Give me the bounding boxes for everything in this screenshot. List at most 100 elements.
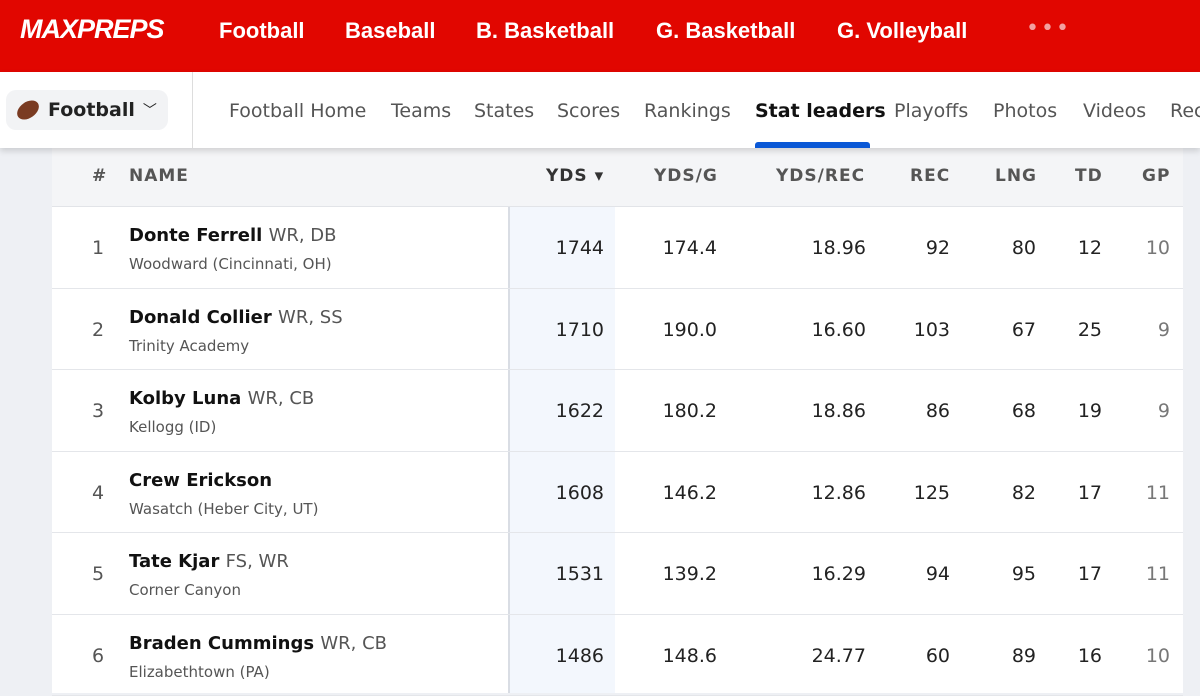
stat-leaders-table: # NAME YDS ▾ YDS/G YDS/REC REC LNG TD GP… [52, 148, 1183, 693]
table-row: 5 Tate Kjar FS, WR Corner Canyon 1531 139.2 1… [52, 533, 1183, 615]
divider [192, 72, 193, 148]
top-nav-baseball[interactable]: Baseball [345, 18, 436, 44]
col-yds-per-rec[interactable]: YDS/REC [776, 166, 865, 186]
chevron-down-icon: ﹀ [143, 100, 157, 120]
td: 19 [1078, 400, 1102, 422]
tab-scores[interactable]: Scores [557, 100, 620, 122]
player-position: WR, DB [269, 225, 337, 246]
table-header: # NAME YDS ▾ YDS/G YDS/REC REC LNG TD GP [52, 148, 1183, 207]
rec: 92 [926, 237, 950, 259]
rank: 5 [92, 563, 104, 585]
rank: 6 [92, 645, 104, 667]
player-name[interactable]: Kolby Luna [129, 388, 241, 409]
player-name[interactable]: Tate Kjar [129, 551, 219, 572]
yds-per-rec: 16.60 [812, 319, 866, 341]
tab-videos[interactable]: Videos [1083, 100, 1146, 122]
tab-stat-leaders[interactable]: Stat leaders [755, 100, 886, 122]
yds: 1622 [556, 400, 604, 422]
gp: 9 [1158, 319, 1170, 341]
td: 12 [1078, 237, 1102, 259]
col-rec[interactable]: REC [910, 166, 950, 186]
col-yds-per-game[interactable]: YDS/G [654, 166, 718, 186]
rec: 94 [926, 563, 950, 585]
col-name[interactable]: NAME [129, 166, 189, 186]
school-name[interactable]: Woodward (Cincinnati, OH) [129, 255, 332, 273]
player-name[interactable]: Donte Ferrell [129, 225, 262, 246]
table-row: 6 Braden Cummings WR, CB Elizabethtown (PA… [52, 615, 1183, 696]
sub-nav: Football ﹀ Football Home Teams States Sc… [0, 72, 1200, 148]
top-nav-girls-volleyball[interactable]: G. Volleyball [837, 18, 967, 44]
rec: 86 [926, 400, 950, 422]
gp: 11 [1146, 482, 1170, 504]
player-name[interactable]: Braden Cummings [129, 633, 314, 654]
table-row: 3Kolby Luna WR, CBKellogg (ID)1622180.21… [52, 370, 1183, 452]
yds-per-rec: 16.29 [812, 563, 866, 585]
yds: 1710 [556, 319, 604, 341]
tab-states[interactable]: States [474, 100, 534, 122]
yds-per-rec: 18.96 [812, 237, 866, 259]
school-name[interactable]: Kellogg (ID) [129, 418, 216, 436]
school-name[interactable]: Elizabethtown (PA) [129, 663, 270, 681]
lng: 67 [1012, 319, 1036, 341]
tab-football-home[interactable]: Football Home [229, 100, 366, 122]
active-tab-indicator [755, 142, 870, 148]
col-lng[interactable]: LNG [995, 166, 1037, 186]
school-name[interactable]: Wasatch (Heber City, UT) [129, 500, 318, 518]
col-yds[interactable]: YDS ▾ [546, 166, 604, 186]
td: 16 [1078, 645, 1102, 667]
school-name[interactable]: Corner Canyon [129, 581, 241, 599]
gp: 10 [1146, 237, 1170, 259]
yds: 1744 [556, 237, 604, 259]
table-row: 2 Donald Collier WR, SS Trinity Academy 171… [52, 289, 1183, 371]
top-nav-football[interactable]: Football [219, 18, 305, 44]
player-name[interactable]: Donald Collier [129, 307, 272, 328]
tab-teams[interactable]: Teams [391, 100, 451, 122]
rec: 60 [926, 645, 950, 667]
yds-per-game: 174.4 [663, 237, 717, 259]
sport-select[interactable]: Football ﹀ [6, 90, 168, 130]
tab-photos[interactable]: Photos [993, 100, 1057, 122]
yds-per-game: 139.2 [663, 563, 717, 585]
lng: 68 [1012, 400, 1036, 422]
rank: 1 [92, 237, 104, 259]
col-gp[interactable]: GP [1142, 166, 1170, 186]
tab-playoffs[interactable]: Playoffs [894, 100, 968, 122]
yds: 1486 [556, 645, 604, 667]
sport-select-label: Football [48, 99, 135, 121]
yds-per-rec: 24.77 [812, 645, 866, 667]
maxpreps-logo[interactable]: MAXPREPS [20, 14, 164, 45]
rank: 4 [92, 482, 104, 504]
rec: 125 [914, 482, 950, 504]
td: 25 [1078, 319, 1102, 341]
top-bar: MAXPREPS Football Baseball B. Basketball… [0, 0, 1200, 72]
table-row: 1 Donte Ferrell WR, DB Woodward (Cincinnat… [52, 207, 1183, 289]
top-nav-boys-basketball[interactable]: B. Basketball [476, 18, 614, 44]
rank: 3 [92, 400, 104, 422]
player-position: WR, CB [248, 388, 315, 409]
school-name[interactable]: Trinity Academy [129, 337, 249, 355]
rec: 103 [914, 319, 950, 341]
player-position: FS, WR [226, 551, 289, 572]
rank: 2 [92, 319, 104, 341]
table-row: 4 Crew Erickson Wasatch (Heber City, UT) 1… [52, 452, 1183, 534]
more-icon[interactable]: ••• [1026, 16, 1071, 41]
top-nav-girls-basketball[interactable]: G. Basketball [656, 18, 795, 44]
lng: 82 [1012, 482, 1036, 504]
tab-records[interactable]: Rec [1170, 100, 1200, 122]
player-name[interactable]: Crew Erickson [129, 470, 272, 491]
gp: 11 [1146, 563, 1170, 585]
lng: 80 [1012, 237, 1036, 259]
tab-rankings[interactable]: Rankings [644, 100, 731, 122]
lng: 95 [1012, 563, 1036, 585]
player-position: WR, CB [320, 633, 387, 654]
yds-per-rec: 12.86 [812, 482, 866, 504]
yds: 1608 [556, 482, 604, 504]
lng: 89 [1012, 645, 1036, 667]
col-td[interactable]: TD [1075, 166, 1103, 186]
football-icon [14, 97, 43, 124]
gp: 9 [1158, 400, 1170, 422]
yds-per-rec: 18.86 [812, 400, 866, 422]
yds-per-game: 146.2 [663, 482, 717, 504]
player-position: WR, SS [278, 307, 343, 328]
yds: 1531 [556, 563, 604, 585]
